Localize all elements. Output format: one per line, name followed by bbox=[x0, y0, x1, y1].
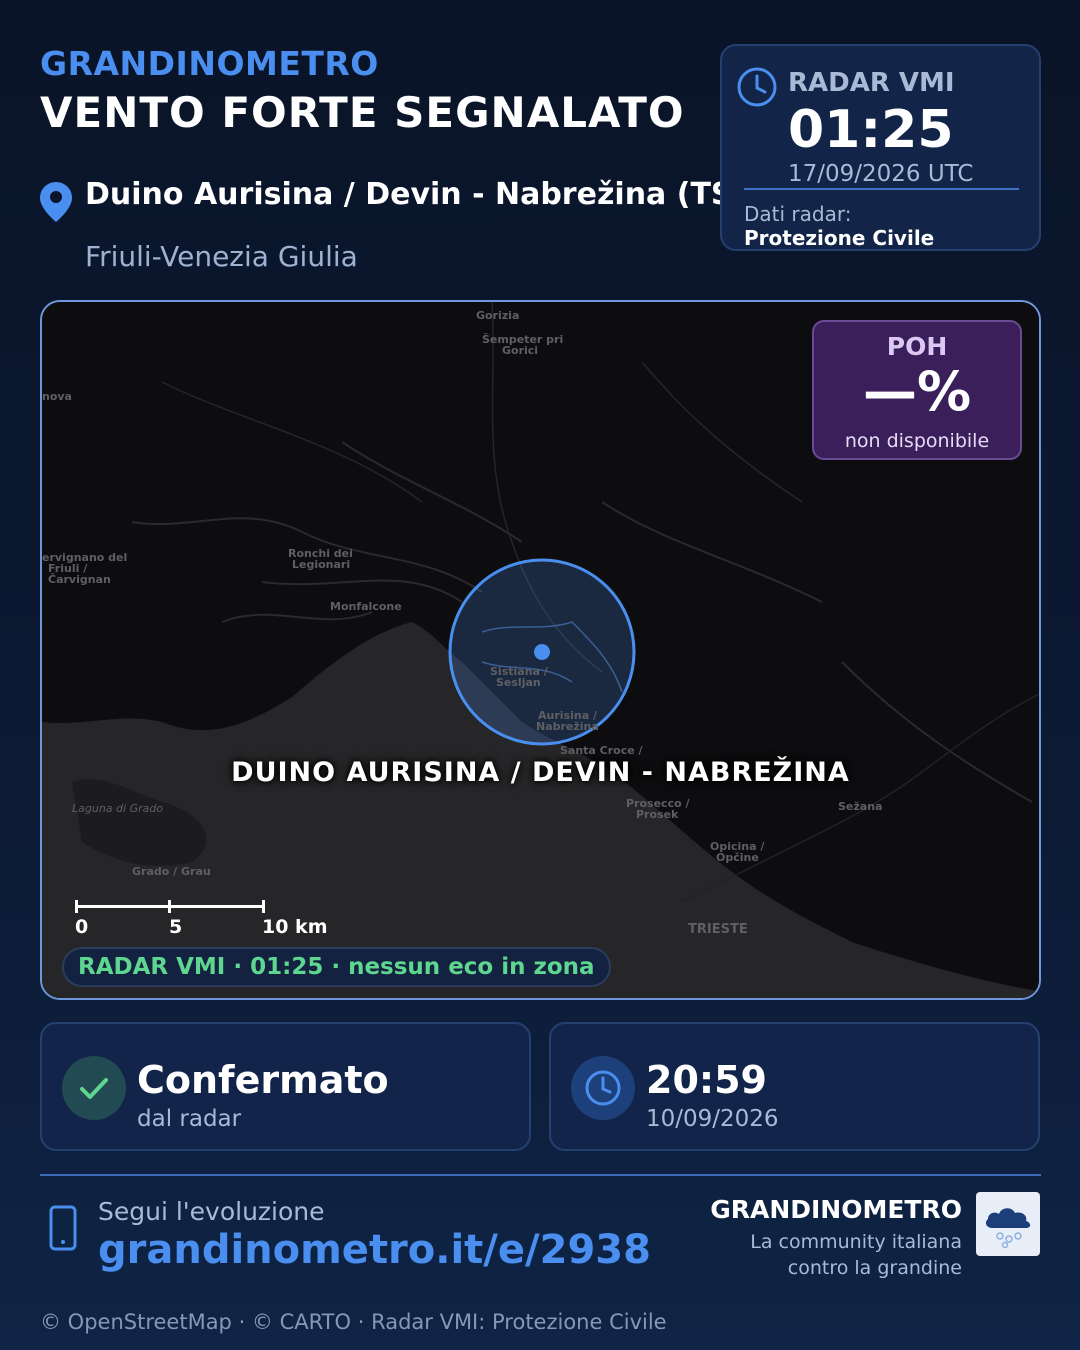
clock-icon bbox=[585, 1070, 621, 1106]
radar-label: RADAR VMI bbox=[788, 68, 955, 98]
radar-map[interactable]: Gorizia Šempeter pri Gorici nova ervigna… bbox=[40, 300, 1041, 1000]
place-label-gorizia: Gorizia bbox=[476, 309, 520, 322]
place-label-grado: Grado / Grau bbox=[132, 865, 211, 878]
brand-title: GRANDINOMETRO bbox=[40, 44, 379, 83]
map-city-label: DUINO AURISINA / DEVIN - NABREŽINA bbox=[231, 757, 850, 788]
place-label-trieste: TRIESTE bbox=[688, 922, 748, 937]
radar-card-divider bbox=[744, 188, 1019, 190]
poh-value: —% bbox=[862, 360, 972, 423]
brand-logo bbox=[976, 1192, 1040, 1256]
radar-time: 01:25 bbox=[788, 100, 954, 160]
scale-label-10: 10 km bbox=[262, 916, 328, 938]
radar-source: Protezione Civile bbox=[744, 226, 935, 250]
checkmark-icon bbox=[80, 1078, 108, 1099]
footer-divider bbox=[40, 1174, 1041, 1176]
place-label-monfalcone: Monfalcone bbox=[330, 600, 402, 613]
place-label-prosecco-2: Prosek bbox=[636, 808, 679, 821]
place-label-opicina-2: Opčine bbox=[716, 851, 759, 864]
radar-time-card: RADAR VMI 01:25 17/09/2026 UTC Dati rada… bbox=[720, 44, 1041, 251]
poh-card: POH —% non disponibile bbox=[812, 320, 1022, 460]
report-time-badge bbox=[571, 1056, 635, 1120]
radar-source-label: Dati radar: bbox=[744, 202, 852, 226]
place-label-sistiana-2: Sesljan bbox=[496, 676, 541, 689]
clock-icon bbox=[737, 67, 777, 107]
map-scale-bar bbox=[75, 900, 265, 913]
report-date: 10/09/2026 bbox=[646, 1106, 779, 1132]
place-label-cervignano-3: Čarvignan bbox=[48, 573, 111, 586]
scale-label-5: 5 bbox=[169, 916, 183, 938]
radar-date: 17/09/2026 UTC bbox=[788, 161, 974, 187]
poh-label: POH bbox=[886, 332, 948, 361]
report-time-card: 20:59 10/09/2026 bbox=[549, 1022, 1040, 1151]
smartphone-icon bbox=[49, 1205, 77, 1251]
confirmation-badge bbox=[62, 1056, 126, 1120]
place-label-ronchi-2: Legionari bbox=[292, 558, 351, 571]
event-link[interactable]: grandinometro.it/e/2938 bbox=[98, 1227, 651, 1273]
confirmation-title: Confermato bbox=[137, 1058, 389, 1102]
scale-label-0: 0 bbox=[75, 916, 89, 938]
place-label-santa-croce: Santa Croce / bbox=[560, 744, 643, 757]
map-credits: © OpenStreetMap · © CARTO · Radar VMI: P… bbox=[40, 1310, 667, 1334]
follow-label: Segui l'evoluzione bbox=[98, 1197, 325, 1226]
location-marker[interactable] bbox=[534, 644, 550, 660]
radar-status-pill: RADAR VMI · 01:25 · nessun eco in zona bbox=[62, 947, 611, 987]
hail-cloud-icon bbox=[985, 1208, 1031, 1249]
place-label-aurisina-2: Nabrežina bbox=[536, 720, 599, 733]
footer-tagline: La community italiana contro la grandine bbox=[750, 1231, 962, 1279]
place-label-sempeter-2: Gorici bbox=[502, 344, 539, 357]
confirmation-card: Confermato dal radar bbox=[40, 1022, 531, 1151]
place-label-sezana: Sežana bbox=[838, 800, 883, 813]
confirmation-subtitle: dal radar bbox=[137, 1106, 242, 1132]
footer-brand: GRANDINOMETRO bbox=[710, 1195, 962, 1224]
location-name: Duino Aurisina / Devin - Nabrežina (TS) bbox=[85, 177, 747, 212]
report-time: 20:59 bbox=[646, 1058, 767, 1102]
place-label-nova: nova bbox=[42, 390, 72, 403]
alert-headline: VENTO FORTE SEGNALATO bbox=[40, 88, 685, 137]
location-pin-icon bbox=[40, 182, 72, 222]
poh-note: non disponibile bbox=[844, 430, 990, 452]
location-region: Friuli-Venezia Giulia bbox=[85, 240, 358, 273]
place-label-laguna: Laguna di Grado bbox=[72, 802, 164, 815]
